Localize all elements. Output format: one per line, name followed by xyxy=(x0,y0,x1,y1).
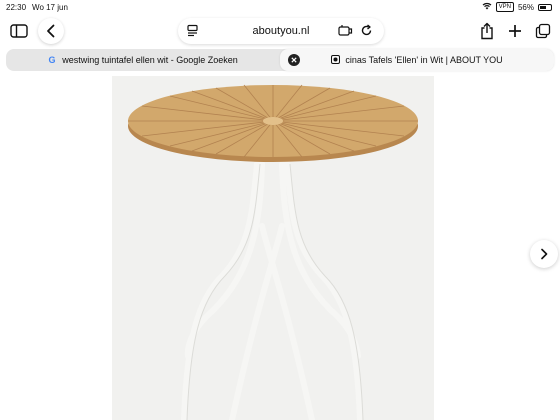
reload-icon[interactable] xyxy=(360,24,373,42)
battery-percent: 56% xyxy=(517,2,534,12)
product-image[interactable] xyxy=(112,76,434,420)
battery-icon xyxy=(538,3,552,11)
status-bar: 22:30 Wo 17 jun VPN 56% xyxy=(0,0,560,16)
tab-title: cinas Tafels 'Ellen' in Wit | ABOUT YOU xyxy=(345,55,503,65)
tab-title: westwing tuintafel ellen wit - Google Zo… xyxy=(62,55,238,65)
address-bar[interactable]: aboutyou.nl xyxy=(178,18,384,44)
status-time: 22:30 xyxy=(6,3,27,12)
tab-strip: G westwing tuintafel ellen wit - Google … xyxy=(6,49,554,71)
back-icon xyxy=(47,24,55,38)
bistro-table-image xyxy=(128,84,418,420)
plus-icon[interactable] xyxy=(502,18,528,44)
close-icon xyxy=(291,57,297,63)
chevron-right-icon xyxy=(541,248,548,260)
back-button[interactable] xyxy=(38,18,64,44)
wifi-icon xyxy=(482,2,492,12)
status-date: Wo 17 jun xyxy=(32,3,68,12)
vpn-badge: VPN xyxy=(495,2,514,12)
google-favicon: G xyxy=(48,55,57,66)
tab-google-search[interactable]: G westwing tuintafel ellen wit - Google … xyxy=(6,49,280,71)
browser-toolbar: aboutyou.nl xyxy=(0,16,560,46)
extensions-icon[interactable] xyxy=(338,24,353,42)
share-icon[interactable] xyxy=(474,18,500,44)
url-text[interactable]: aboutyou.nl xyxy=(178,25,384,37)
svg-text:G: G xyxy=(49,55,56,64)
close-tab-button[interactable] xyxy=(288,54,300,66)
next-image-button[interactable] xyxy=(530,240,558,268)
about-you-favicon xyxy=(331,54,341,66)
sidebar-icon[interactable] xyxy=(6,18,32,44)
tabs-icon[interactable] xyxy=(530,18,556,44)
tab-about-you[interactable]: cinas Tafels 'Ellen' in Wit | ABOUT YOU xyxy=(280,49,554,71)
